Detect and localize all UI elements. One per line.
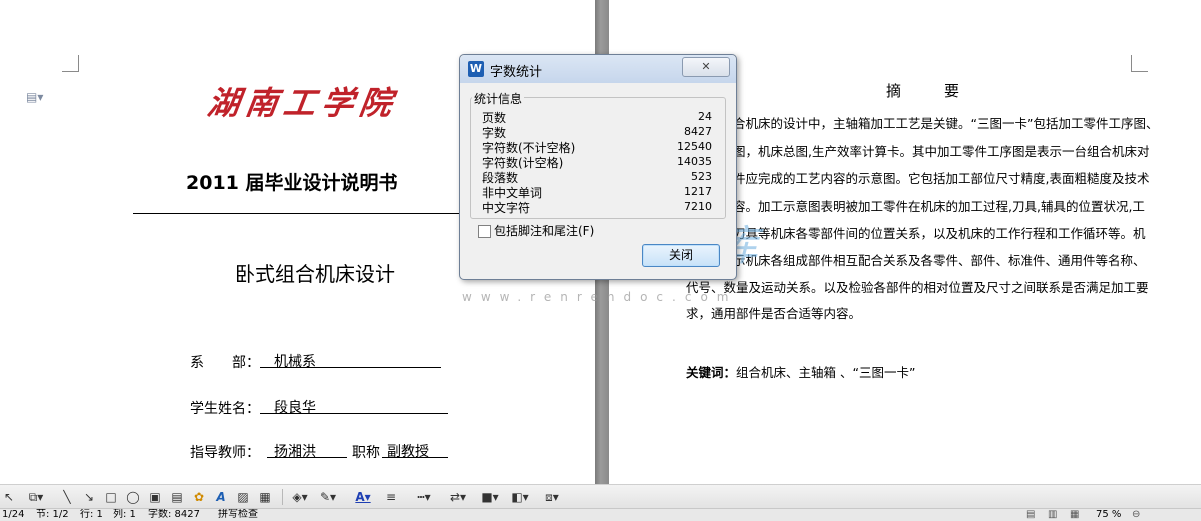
abstract-line: 容。加工示意图表明被加工零件在机床的加工过程,刀具,辅具的位置状况,工 — [733, 199, 1145, 214]
student-value: 段良华 — [274, 400, 316, 416]
abstract-heading: 摘 要 — [886, 82, 974, 100]
status-word-count[interactable]: 字数: 8427 — [148, 509, 200, 521]
stat-value: 523 — [691, 170, 712, 183]
oval-tool-icon[interactable]: ◯ — [124, 488, 142, 506]
shadow-style-icon[interactable]: ■▾ — [478, 488, 502, 506]
stat-value: 24 — [698, 110, 712, 123]
abstract-line: 刀具等机床各零部件间的位置关系，以及机床的工作行程和工作循环等。机 — [733, 226, 1146, 241]
stat-value: 12540 — [677, 140, 712, 153]
toolbar-separator — [282, 489, 283, 505]
stat-value: 14035 — [677, 155, 712, 168]
status-section: 节: 1/2 — [36, 509, 69, 520]
word-count-dialog: W 字数统计 ✕ 统计信息 页数 24 字数 8427 字符数(不计空格) 12… — [459, 54, 737, 280]
dept-underline — [260, 367, 441, 368]
drawing-toolbar: ↖ ⧉▾ ╲ ↘ □ ◯ ▣ ▤ ✿ A ▨ ▦ ◈▾ ✎▾ A▾ ≡ ┅▾ ⇄… — [0, 484, 1201, 509]
stat-label: 中文字符 — [482, 201, 531, 215]
keywords-value: 组合机床、主轴箱 、“三图一卡” — [736, 365, 916, 380]
abstract-line: 求，通用部件是否合适等内容。 — [686, 306, 862, 321]
wps-app-icon: W — [468, 61, 484, 77]
status-page: 1/24 — [2, 509, 25, 520]
rectangle-tool-icon[interactable]: □ — [102, 488, 120, 506]
dept-label: 系 部： — [190, 355, 260, 371]
stat-value: 7210 — [684, 200, 712, 213]
dash-style-icon[interactable]: ┅▾ — [412, 488, 436, 506]
dept-value: 机械系 — [274, 354, 316, 370]
dialog-title: 字数统计 — [490, 65, 543, 80]
page-view-icon[interactable]: ▤ — [1026, 509, 1035, 521]
zoom-out-icon[interactable]: ⊖ — [1132, 509, 1140, 521]
abstract-line: 代号、数量及运动关系。以及检验各部件的相对位置及尺寸之间联系是否满足加工要 — [686, 280, 1149, 295]
autoshapes-icon[interactable]: ⧉▾ — [24, 488, 48, 506]
page-subtitle: 卧式组合机床设计 — [235, 262, 395, 286]
arrange-icon[interactable]: ⧈▾ — [542, 488, 562, 506]
status-spellcheck[interactable]: 拼写检查 — [218, 509, 258, 521]
abstract-line: 件应完成的工艺内容的示意图。它包括加工部位尺寸精度,表面粗糙度及技术 — [733, 171, 1150, 186]
clipart-icon[interactable]: ✿ — [190, 488, 208, 506]
wordart-icon[interactable]: A — [212, 488, 230, 506]
include-footnotes-label[interactable]: 包括脚注和尾注(F) — [494, 222, 594, 239]
page-title: 2011 届毕业设计说明书 — [186, 172, 398, 194]
outline-view-icon[interactable]: ▥ — [1048, 509, 1057, 521]
include-footnotes-checkbox[interactable] — [478, 225, 491, 238]
page-corner-mark — [1131, 55, 1148, 72]
rank-value: 副教授 — [387, 444, 429, 460]
insert-image-file-icon[interactable]: ▦ — [256, 488, 274, 506]
line-tool-icon[interactable]: ╲ — [58, 488, 76, 506]
line-color-icon[interactable]: ✎▾ — [316, 488, 340, 506]
advisor-label: 指导教师： — [190, 445, 260, 461]
student-underline — [260, 413, 448, 414]
arrow-style-icon[interactable]: ⇄▾ — [446, 488, 470, 506]
3d-style-icon[interactable]: ◧▾ — [508, 488, 532, 506]
textbox-icon[interactable]: ▣ — [146, 488, 164, 506]
web-view-icon[interactable]: ▦ — [1070, 509, 1079, 521]
page-corner-mark — [62, 55, 79, 72]
keywords: 关键词：组合机床、主轴箱 、“三图一卡” — [686, 362, 915, 381]
abstract-line: 合机床的设计中，主轴箱加工工艺是关键。“三图一卡”包括加工零件工序图、 — [733, 116, 1159, 131]
select-pointer-icon[interactable]: ↖ — [0, 488, 18, 506]
status-row: 行: 1 — [80, 509, 103, 520]
watermark-url: www.renrendoc.com — [462, 290, 738, 304]
status-bar: 1/24 节: 1/2 行: 1 列: 1 字数: 8427 拼写检查 ▤ ▥ … — [0, 508, 1201, 521]
document-icon[interactable]: ▤▾ — [26, 90, 48, 104]
abstract-line: 示机床各组成部件相互配合关系及各零件、部件、标准件、通用件等名称、 — [733, 253, 1146, 268]
student-label: 学生姓名： — [190, 401, 260, 417]
stats-group-label: 统计信息 — [472, 90, 525, 107]
line-style-icon[interactable]: ≡ — [382, 488, 400, 506]
dialog-close-x-button[interactable]: ✕ — [682, 57, 730, 77]
arrow-tool-icon[interactable]: ↘ — [80, 488, 98, 506]
stat-value: 1217 — [684, 185, 712, 198]
font-color-icon[interactable]: A▾ — [350, 488, 376, 506]
keywords-label: 关键词： — [686, 365, 737, 380]
status-col: 列: 1 — [113, 509, 136, 520]
fill-color-icon[interactable]: ◈▾ — [288, 488, 312, 506]
stat-value: 8427 — [684, 125, 712, 138]
vertical-textbox-icon[interactable]: ▤ — [168, 488, 186, 506]
abstract-line: 图，机床总图,生产效率计算卡。其中加工零件工序图是表示一台组合机床对 — [733, 144, 1150, 159]
zoom-level[interactable]: 75 % — [1096, 509, 1121, 521]
insert-picture-icon[interactable]: ▨ — [234, 488, 252, 506]
school-logo: 湖南工学院 — [205, 84, 401, 122]
advisor-value: 扬湘洪 — [274, 444, 316, 460]
advisor-underline — [267, 457, 347, 458]
close-button[interactable]: 关闭 — [642, 244, 720, 267]
rank-underline — [382, 457, 448, 458]
rank-label: 职称 — [352, 445, 380, 461]
